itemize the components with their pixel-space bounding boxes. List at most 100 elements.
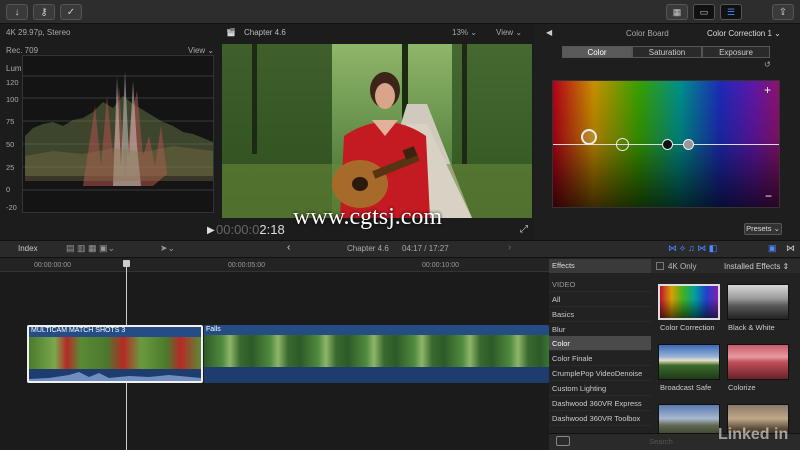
tab-saturation[interactable]: Saturation <box>632 46 702 58</box>
effect-label: Colorize <box>728 383 756 392</box>
edit-tools-icon[interactable]: ▤ ▥ ▦ ▣⌄ <box>66 243 115 254</box>
viewer-title: Chapter 4.6 <box>244 28 286 37</box>
shadows-puck[interactable] <box>616 138 629 151</box>
download-arrow-icon: ↓ <box>14 6 20 18</box>
clip-multicam-label: MULTICAM MATCH SHOTS 3 <box>31 327 126 334</box>
effects-header: Effects <box>549 259 651 273</box>
inspector-toggle[interactable]: ☰ <box>720 4 742 20</box>
installed-effects-menu[interactable]: Installed Effects ⇕ <box>724 262 789 271</box>
clip-falls-label: Falls <box>206 326 221 333</box>
keyword-button[interactable]: ⚷ <box>33 4 55 20</box>
tick-minus20: -20 <box>6 203 17 212</box>
effect-label: Color Correction <box>660 323 715 332</box>
category-item[interactable]: All <box>549 292 651 307</box>
waveform-svg <box>23 71 213 191</box>
grid-icon: ▦ <box>672 6 682 17</box>
clip-multicam-audio <box>29 369 201 381</box>
sliders-icon: ☰ <box>726 6 736 17</box>
category-item[interactable]: Color Finale <box>549 351 651 366</box>
format-label: 4K 29.97p, Stereo <box>6 28 71 37</box>
play-button[interactable]: ▶ <box>207 225 215 236</box>
effect-label: Broadcast Safe <box>660 383 712 392</box>
tick-25: 25 <box>6 163 15 172</box>
category-item-selected[interactable]: Color <box>549 336 651 351</box>
effect-thumb-colorize[interactable] <box>727 344 789 380</box>
4k-only-label: 4K Only <box>668 262 697 271</box>
fullscreen-icon[interactable]: ⤢ <box>520 224 528 235</box>
ruler-label-0: 00:00:00:00 <box>34 262 71 269</box>
scope-view-menu[interactable]: View ⌄ <box>188 46 214 55</box>
back-arrow-icon[interactable]: ◀ <box>546 28 552 37</box>
analyze-button[interactable]: ✓ <box>60 4 82 20</box>
video-image <box>222 44 532 218</box>
highlights-puck[interactable] <box>683 139 694 150</box>
tick-120: 120 <box>6 78 19 87</box>
timeline-ruler[interactable] <box>0 258 549 272</box>
audio-waveform <box>29 372 201 381</box>
share-button[interactable]: ⇪ <box>772 4 794 20</box>
top-toolbar: ↓ ⚷ ✓ ▦ ▭ ☰ ⇪ <box>0 0 800 24</box>
luma-waveform <box>22 55 214 213</box>
clip-multicam[interactable]: MULTICAM MATCH SHOTS 3 <box>27 325 203 383</box>
forward-nav-icon[interactable]: › <box>508 242 511 253</box>
effect-thumb-black-white[interactable] <box>727 284 789 320</box>
timeline-controls-icon[interactable]: ⋈ ⟡ ♫ ⋈ ◧ <box>668 243 717 254</box>
presets-menu[interactable]: Presets ⌄ <box>744 223 782 235</box>
ruler-label-5: 00:00:05:00 <box>228 262 265 269</box>
zoom-menu[interactable]: 13% ⌄ <box>452 28 477 37</box>
linkedin-logo: Linked in <box>718 426 789 443</box>
video-frame <box>222 44 532 218</box>
share-icon: ⇪ <box>778 6 788 18</box>
inspector-title: Color Board <box>626 29 669 38</box>
browser-toggle[interactable]: ▦ <box>666 4 688 20</box>
tab-exposure[interactable]: Exposure <box>702 46 770 58</box>
tab-color[interactable]: Color <box>562 46 632 58</box>
timeline-icon: ▭ <box>699 6 709 17</box>
correction-menu[interactable]: Color Correction 1 ⌄ <box>707 29 781 38</box>
category-item[interactable]: Custom Lighting <box>549 381 651 396</box>
playhead-handle[interactable] <box>123 260 130 267</box>
timeline-chapter: Chapter 4.6 <box>347 244 389 253</box>
watermark-text: www.cgtsj.com <box>293 204 443 230</box>
sidebar-toggle-icon[interactable] <box>556 436 570 446</box>
effect-thumb-color-correction[interactable] <box>658 284 720 320</box>
timeline-toggle[interactable]: ▭ <box>693 4 715 20</box>
clip-falls-filmstrip <box>204 335 549 367</box>
global-puck[interactable] <box>581 129 597 145</box>
effect-thumb-broadcast-safe[interactable] <box>658 344 720 380</box>
4k-only-checkbox[interactable] <box>656 262 664 270</box>
tick-100: 100 <box>6 95 19 104</box>
ruler-label-10: 00:00:10:00 <box>422 262 459 269</box>
timecode-display: 00:00:02:18 <box>216 222 285 237</box>
plus-label: + <box>764 83 772 97</box>
select-tool-icon[interactable]: ➤⌄ <box>160 243 175 254</box>
key-icon: ⚷ <box>40 6 48 18</box>
search-field[interactable]: Search <box>649 437 673 446</box>
color-board[interactable]: + − <box>552 80 780 208</box>
tick-0: 0 <box>6 185 11 194</box>
tick-50: 50 <box>6 140 15 149</box>
category-item[interactable]: CrumplePop VideoDenoise <box>549 366 651 381</box>
clip-falls[interactable]: Falls <box>204 325 549 383</box>
category-item[interactable]: Basics <box>549 307 651 322</box>
reset-icon[interactable]: ↺ <box>764 60 771 69</box>
scope-profile: Rec. 709 <box>6 46 39 55</box>
effect-label: Black & White <box>728 323 775 332</box>
category-item[interactable]: Blur <box>549 322 651 337</box>
clip-multicam-filmstrip <box>29 337 201 369</box>
section-video: VIDEO <box>549 277 651 292</box>
back-nav-icon[interactable]: ‹ <box>287 242 290 253</box>
minus-label: − <box>765 189 773 203</box>
timeline-position: 04:17 / 17:27 <box>402 244 449 253</box>
import-button[interactable]: ↓ <box>6 4 28 20</box>
tick-75: 75 <box>6 117 15 126</box>
category-item[interactable]: Dashwood 360VR Toolbox <box>549 411 651 426</box>
effects-browser-icon[interactable]: ▣ <box>768 243 777 254</box>
viewer-view-menu[interactable]: View ⌄ <box>496 28 522 37</box>
midtones-puck[interactable] <box>662 139 673 150</box>
transitions-icon[interactable]: ⋈ <box>786 243 795 254</box>
checkmark-icon: ✓ <box>66 6 76 18</box>
category-item[interactable]: Dashwood 360VR Express <box>549 396 651 411</box>
clapper-icon: 🎬︎ <box>226 28 237 37</box>
index-button[interactable]: Index <box>18 244 38 253</box>
